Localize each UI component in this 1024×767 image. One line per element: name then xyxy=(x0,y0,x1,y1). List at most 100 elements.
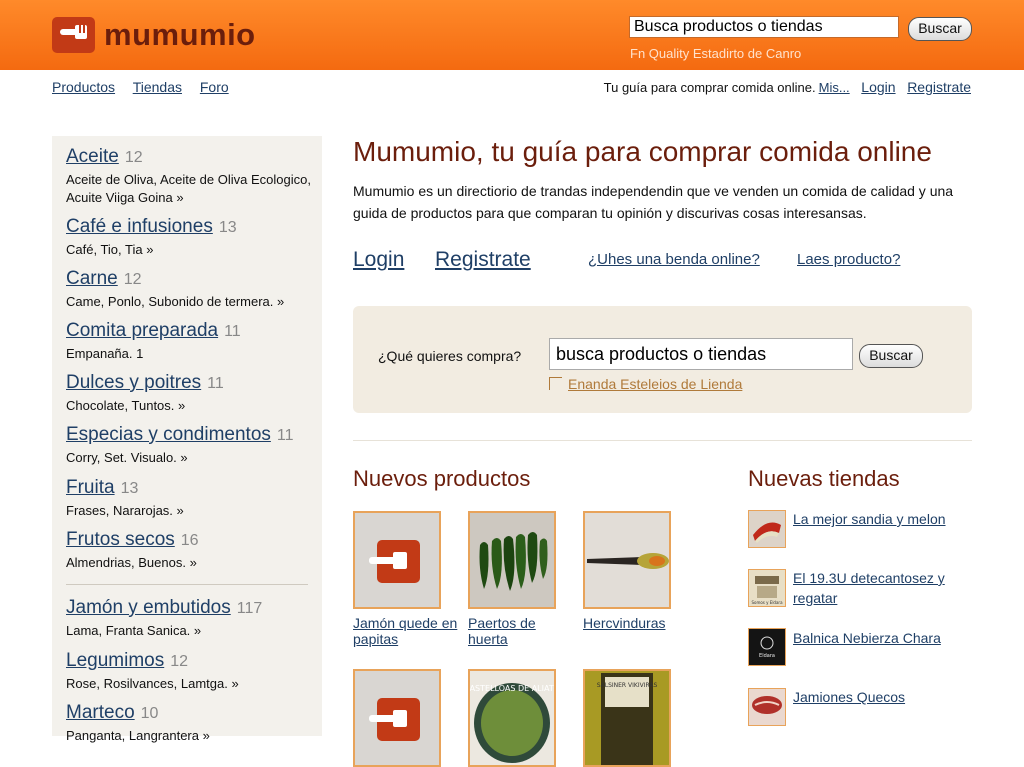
have-store-link[interactable]: ¿Uhes una benda online? xyxy=(588,251,760,268)
category-count: 16 xyxy=(180,532,199,549)
category-item: Aceite 12 Aceite de Oliva, Aceite de Oliv… xyxy=(66,146,316,207)
store-image-text: Eldara xyxy=(759,653,775,659)
store-link[interactable]: La mejor sandia y melon xyxy=(793,511,946,527)
category-count: 11 xyxy=(276,427,294,444)
category-item: Legumimos 12 Rose, Rosilvances, Lamtga. » xyxy=(66,650,316,693)
category-item: Carne 12 Came, Ponlo, Subonido de termera… xyxy=(66,268,316,311)
category-count: 117 xyxy=(236,600,263,617)
product-thumb[interactable]: CASTELLOAS DE ALIATO xyxy=(468,669,556,767)
category-sub: Frases, Nararojas. » xyxy=(66,503,184,518)
category-link[interactable]: Café e infusiones xyxy=(66,216,213,237)
jar-product-image: SALSINER VIKIVIRAS xyxy=(585,671,669,765)
category-link[interactable]: Marteco xyxy=(66,702,135,723)
fork-logo-icon xyxy=(369,540,420,583)
category-item: Fruita 13 Frases, Nararojas. » xyxy=(66,477,316,520)
fork-logo-icon xyxy=(52,17,95,53)
store-thumb[interactable]: Somos y Eldara xyxy=(748,569,786,607)
label-product-image: CASTELLOAS DE ALIATO xyxy=(470,671,554,765)
category-sub: Almendrias, Buenos. » xyxy=(66,555,197,570)
category-link[interactable]: Especias y condimentos xyxy=(66,424,271,445)
category-count: 12 xyxy=(124,149,143,166)
category-count: 11 xyxy=(224,323,241,340)
store-thumb[interactable] xyxy=(748,688,786,726)
category-count: 13 xyxy=(120,480,139,497)
product-thumb[interactable] xyxy=(353,669,441,767)
category-item: Especias y condimentos 11 Corry, Set. Vis… xyxy=(66,424,316,467)
category-item: Café e infusiones 13 Café, Tio, Tia » xyxy=(66,216,316,259)
product-thumb[interactable] xyxy=(468,511,556,609)
category-count: 13 xyxy=(218,219,237,236)
category-link[interactable]: Jamón y embutidos xyxy=(66,597,231,618)
advanced-search-link[interactable]: Enanda Esteleios de Lienda xyxy=(568,376,742,392)
category-sidebar: Aceite 12 Aceite de Oliva, Aceite de Oliv… xyxy=(52,136,322,743)
store-link[interactable]: El 19.3U detecantosez y regatar xyxy=(793,570,945,606)
category-sub: Café, Tio, Tia » xyxy=(66,242,154,257)
category-sub: Lama, Franta Sanica. » xyxy=(66,623,202,638)
category-link[interactable]: Legumimos xyxy=(66,650,164,671)
top-login-link[interactable]: Login xyxy=(861,79,895,95)
main-login-link[interactable]: Login xyxy=(353,248,404,272)
page-title: Mumumio, tu guía para comprar comida onl… xyxy=(353,136,932,167)
product-link[interactable]: Paertos de huerta xyxy=(468,615,536,647)
product-link[interactable]: Jamón quede en papitas xyxy=(353,615,457,647)
nav-tiendas[interactable]: Tiendas xyxy=(133,79,182,95)
header-subtext: Fn Quality Estadirto de Canro xyxy=(630,46,802,61)
category-link[interactable]: Dulces y poitres xyxy=(66,372,201,393)
category-sub: Corry, Set. Visualo. » xyxy=(66,450,188,465)
store-image: Eldara xyxy=(749,629,785,665)
category-sub: Came, Ponlo, Subonido de termera. » xyxy=(66,294,285,309)
category-count: 12 xyxy=(123,271,142,288)
nav-productos[interactable]: Productos xyxy=(52,79,115,95)
category-sub: Rose, Rosilvances, Lamtga. » xyxy=(66,676,239,691)
green-peppers-image xyxy=(470,513,554,607)
return-arrow-icon xyxy=(549,377,562,390)
category-link[interactable]: Frutos secos xyxy=(66,529,175,550)
store-image xyxy=(749,689,785,725)
category-sub: Panganta, Langrantera » xyxy=(66,728,210,743)
new-stores-title: Nuevas tiendas xyxy=(748,466,900,491)
main-register-link[interactable]: Registrate xyxy=(435,248,531,272)
header-search-input[interactable]: Busca productos o tiendas xyxy=(629,16,899,38)
vegetable-image xyxy=(585,513,669,607)
header-search-button[interactable]: Buscar xyxy=(908,17,972,41)
product-question-link[interactable]: Laes producto? xyxy=(797,251,900,268)
store-image: Somos y Eldara xyxy=(749,570,785,606)
section-divider xyxy=(353,440,972,441)
main-search-input[interactable]: busca productos o tiendas xyxy=(549,338,853,370)
store-image-text: Somos y Eldara xyxy=(751,600,783,605)
more-link[interactable]: Mis... xyxy=(819,80,850,95)
product-thumb[interactable] xyxy=(353,511,441,609)
jar-label-text: SALSINER VIKIVIRAS xyxy=(597,682,658,689)
category-link[interactable]: Fruita xyxy=(66,477,115,498)
tagline: Tu guía para comprar comida online. xyxy=(603,80,816,95)
top-register-link[interactable]: Registrate xyxy=(907,79,971,95)
store-link[interactable]: Balnica Nebierza Chara xyxy=(793,630,941,646)
main-search-button[interactable]: Buscar xyxy=(859,344,923,368)
product-label-text: CASTELLOAS DE ALIATO xyxy=(470,684,554,693)
category-count: 10 xyxy=(140,705,159,722)
new-products-title: Nuevos productos xyxy=(353,466,531,491)
store-link[interactable]: Jamiones Quecos xyxy=(793,689,905,705)
search-label: ¿Qué quieres compra? xyxy=(378,348,522,364)
category-item: Marteco 10 Panganta, Langrantera » xyxy=(66,702,316,745)
category-link[interactable]: Carne xyxy=(66,268,118,289)
category-item: Jamón y embutidos 117 Lama, Franta Sanica… xyxy=(66,597,316,640)
top-right-bar: Tu guía para comprar comida online. Mis..… xyxy=(604,79,971,95)
nav-foro[interactable]: Foro xyxy=(200,79,229,95)
product-thumb[interactable]: SALSINER VIKIVIRAS xyxy=(583,669,671,767)
product-link[interactable]: Hercvinduras xyxy=(583,615,665,631)
main-search-panel: ¿Qué quieres compra? busca productos o t… xyxy=(353,306,972,413)
category-sub: Aceite de Oliva, Aceite de Oliva Ecologi… xyxy=(66,172,311,205)
product-thumb[interactable] xyxy=(583,511,671,609)
category-item: Frutos secos 16 Almendrias, Buenos. » xyxy=(66,529,316,572)
category-count: 11 xyxy=(207,375,224,392)
site-logo[interactable]: mumumio xyxy=(52,17,256,53)
top-nav: Productos Tiendas Foro xyxy=(52,79,243,95)
store-thumb[interactable]: Eldara xyxy=(748,628,786,666)
category-item: Dulces y poitres 11 Chocolate, Tuntos. » xyxy=(66,372,316,415)
fork-logo-icon xyxy=(369,698,420,741)
category-link[interactable]: Aceite xyxy=(66,146,119,167)
category-item: Comita preparada 11 Empanaña. 1 xyxy=(66,320,316,363)
store-thumb[interactable] xyxy=(748,510,786,548)
category-link[interactable]: Comita preparada xyxy=(66,320,218,341)
